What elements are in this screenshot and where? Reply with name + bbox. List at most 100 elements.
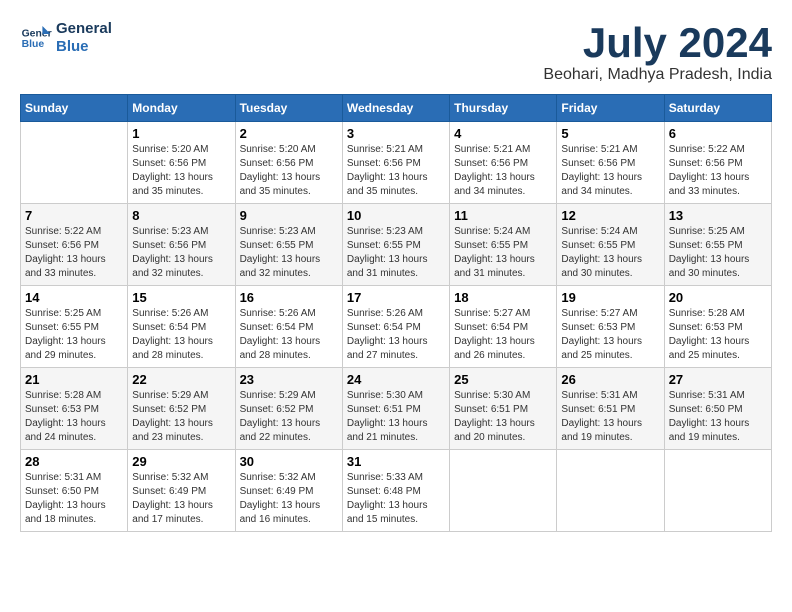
calendar-cell: 4Sunrise: 5:21 AM Sunset: 6:56 PM Daylig… [450, 122, 557, 204]
day-number: 14 [25, 290, 123, 305]
day-number: 6 [669, 126, 767, 141]
calendar-cell: 31 Sunrise: 5:33 AM Sunset: 6:48 PM Dayli… [342, 450, 449, 532]
logo-icon: General Blue [20, 22, 52, 54]
day-info: Sunrise: 5:21 AM Sunset: 6:56 PM Dayligh… [561, 143, 659, 199]
logo: General Blue General Blue [20, 20, 112, 56]
calendar-cell: 21 Sunrise: 5:28 AM Sunset: 6:53 PM Dayli… [21, 368, 128, 450]
day-info: Sunrise: 5:30 AM Sunset: 6:51 PM Dayligh… [347, 389, 445, 445]
day-number: 3 [347, 126, 445, 141]
day-info: Sunrise: 5:26 AM Sunset: 6:54 PM Dayligh… [132, 307, 230, 363]
header-saturday: Saturday [664, 95, 771, 122]
header-monday: Monday [128, 95, 235, 122]
calendar-cell: 3 Sunrise: 5:21 AM Sunset: 6:56 PM Daylig… [342, 122, 449, 204]
calendar-cell: 14 Sunrise: 5:25 AM Sunset: 6:55 PM Dayli… [21, 286, 128, 368]
day-number: 11 [454, 208, 552, 223]
calendar-week-3: 14 Sunrise: 5:25 AM Sunset: 6:55 PM Dayli… [21, 286, 772, 368]
day-number: 23 [240, 372, 338, 387]
calendar-cell: 7 Sunrise: 5:22 AM Sunset: 6:56 PM Daylig… [21, 204, 128, 286]
day-info: Sunrise: 5:25 AM Sunset: 6:55 PM Dayligh… [25, 307, 123, 363]
day-info: Sunrise: 5:27 AM Sunset: 6:53 PM Dayligh… [561, 307, 659, 363]
calendar-cell: 15 Sunrise: 5:26 AM Sunset: 6:54 PM Dayli… [128, 286, 235, 368]
svg-text:Blue: Blue [22, 39, 45, 50]
day-info: Sunrise: 5:22 AM Sunset: 6:56 PM Dayligh… [25, 225, 123, 281]
day-info: Sunrise: 5:24 AM Sunset: 6:55 PM Dayligh… [454, 225, 552, 281]
calendar-cell: 1Sunrise: 5:20 AM Sunset: 6:56 PM Daylig… [128, 122, 235, 204]
day-number: 13 [669, 208, 767, 223]
month-year-title: July 2024 [543, 20, 772, 66]
day-number: 24 [347, 372, 445, 387]
calendar-cell [450, 450, 557, 532]
day-number: 28 [25, 454, 123, 469]
day-number: 12 [561, 208, 659, 223]
calendar-cell: 12 Sunrise: 5:24 AM Sunset: 6:55 PM Dayli… [557, 204, 664, 286]
day-number: 25 [454, 372, 552, 387]
calendar-cell: 18 Sunrise: 5:27 AM Sunset: 6:54 PM Dayli… [450, 286, 557, 368]
day-info: Sunrise: 5:31 AM Sunset: 6:51 PM Dayligh… [561, 389, 659, 445]
day-number: 10 [347, 208, 445, 223]
logo-text-blue: Blue [56, 38, 112, 56]
day-number: 29 [132, 454, 230, 469]
calendar-cell: 6 Sunrise: 5:22 AM Sunset: 6:56 PM Daylig… [664, 122, 771, 204]
day-number: 9 [240, 208, 338, 223]
day-number: 4 [454, 126, 552, 141]
day-number: 5 [561, 126, 659, 141]
calendar-table: SundayMondayTuesdayWednesdayThursdayFrid… [20, 94, 772, 532]
day-info: Sunrise: 5:21 AM Sunset: 6:56 PM Dayligh… [347, 143, 445, 199]
day-number: 8 [132, 208, 230, 223]
header-friday: Friday [557, 95, 664, 122]
calendar-cell: 2Sunrise: 5:20 AM Sunset: 6:56 PM Daylig… [235, 122, 342, 204]
day-info: Sunrise: 5:32 AM Sunset: 6:49 PM Dayligh… [240, 471, 338, 527]
header: General Blue General Blue July 2024 Beoh… [20, 20, 772, 84]
day-number: 20 [669, 290, 767, 305]
day-info: Sunrise: 5:30 AM Sunset: 6:51 PM Dayligh… [454, 389, 552, 445]
logo-text-general: General [56, 20, 112, 38]
day-info: Sunrise: 5:31 AM Sunset: 6:50 PM Dayligh… [25, 471, 123, 527]
calendar-cell: 19 Sunrise: 5:27 AM Sunset: 6:53 PM Dayli… [557, 286, 664, 368]
day-info: Sunrise: 5:32 AM Sunset: 6:49 PM Dayligh… [132, 471, 230, 527]
calendar-cell: 23Sunrise: 5:29 AM Sunset: 6:52 PM Dayli… [235, 368, 342, 450]
calendar-cell: 27 Sunrise: 5:31 AM Sunset: 6:50 PM Dayli… [664, 368, 771, 450]
day-info: Sunrise: 5:25 AM Sunset: 6:55 PM Dayligh… [669, 225, 767, 281]
day-number: 30 [240, 454, 338, 469]
calendar-cell [557, 450, 664, 532]
header-tuesday: Tuesday [235, 95, 342, 122]
calendar-header-row: SundayMondayTuesdayWednesdayThursdayFrid… [21, 95, 772, 122]
day-info: Sunrise: 5:26 AM Sunset: 6:54 PM Dayligh… [240, 307, 338, 363]
calendar-cell: 24 Sunrise: 5:30 AM Sunset: 6:51 PM Dayli… [342, 368, 449, 450]
day-number: 27 [669, 372, 767, 387]
calendar-cell: 8Sunrise: 5:23 AM Sunset: 6:56 PM Daylig… [128, 204, 235, 286]
calendar-week-5: 28 Sunrise: 5:31 AM Sunset: 6:50 PM Dayli… [21, 450, 772, 532]
header-thursday: Thursday [450, 95, 557, 122]
day-info: Sunrise: 5:29 AM Sunset: 6:52 PM Dayligh… [132, 389, 230, 445]
day-number: 15 [132, 290, 230, 305]
day-number: 26 [561, 372, 659, 387]
calendar-week-4: 21 Sunrise: 5:28 AM Sunset: 6:53 PM Dayli… [21, 368, 772, 450]
day-number: 18 [454, 290, 552, 305]
day-info: Sunrise: 5:33 AM Sunset: 6:48 PM Dayligh… [347, 471, 445, 527]
day-info: Sunrise: 5:24 AM Sunset: 6:55 PM Dayligh… [561, 225, 659, 281]
day-number: 21 [25, 372, 123, 387]
calendar-cell: 20 Sunrise: 5:28 AM Sunset: 6:53 PM Dayli… [664, 286, 771, 368]
day-info: Sunrise: 5:27 AM Sunset: 6:54 PM Dayligh… [454, 307, 552, 363]
day-number: 19 [561, 290, 659, 305]
calendar-cell: 26 Sunrise: 5:31 AM Sunset: 6:51 PM Dayli… [557, 368, 664, 450]
day-info: Sunrise: 5:20 AM Sunset: 6:56 PM Dayligh… [132, 143, 230, 199]
header-wednesday: Wednesday [342, 95, 449, 122]
day-info: Sunrise: 5:31 AM Sunset: 6:50 PM Dayligh… [669, 389, 767, 445]
day-number: 17 [347, 290, 445, 305]
day-info: Sunrise: 5:23 AM Sunset: 6:55 PM Dayligh… [347, 225, 445, 281]
day-number: 7 [25, 208, 123, 223]
day-info: Sunrise: 5:28 AM Sunset: 6:53 PM Dayligh… [25, 389, 123, 445]
calendar-cell [21, 122, 128, 204]
day-number: 22 [132, 372, 230, 387]
calendar-week-1: 1Sunrise: 5:20 AM Sunset: 6:56 PM Daylig… [21, 122, 772, 204]
calendar-cell: 11 Sunrise: 5:24 AM Sunset: 6:55 PM Dayli… [450, 204, 557, 286]
day-info: Sunrise: 5:28 AM Sunset: 6:53 PM Dayligh… [669, 307, 767, 363]
day-info: Sunrise: 5:20 AM Sunset: 6:56 PM Dayligh… [240, 143, 338, 199]
day-info: Sunrise: 5:22 AM Sunset: 6:56 PM Dayligh… [669, 143, 767, 199]
day-number: 31 [347, 454, 445, 469]
header-sunday: Sunday [21, 95, 128, 122]
calendar-cell: 10 Sunrise: 5:23 AM Sunset: 6:55 PM Dayli… [342, 204, 449, 286]
calendar-cell: 17Sunrise: 5:26 AM Sunset: 6:54 PM Dayli… [342, 286, 449, 368]
calendar-week-2: 7 Sunrise: 5:22 AM Sunset: 6:56 PM Daylig… [21, 204, 772, 286]
